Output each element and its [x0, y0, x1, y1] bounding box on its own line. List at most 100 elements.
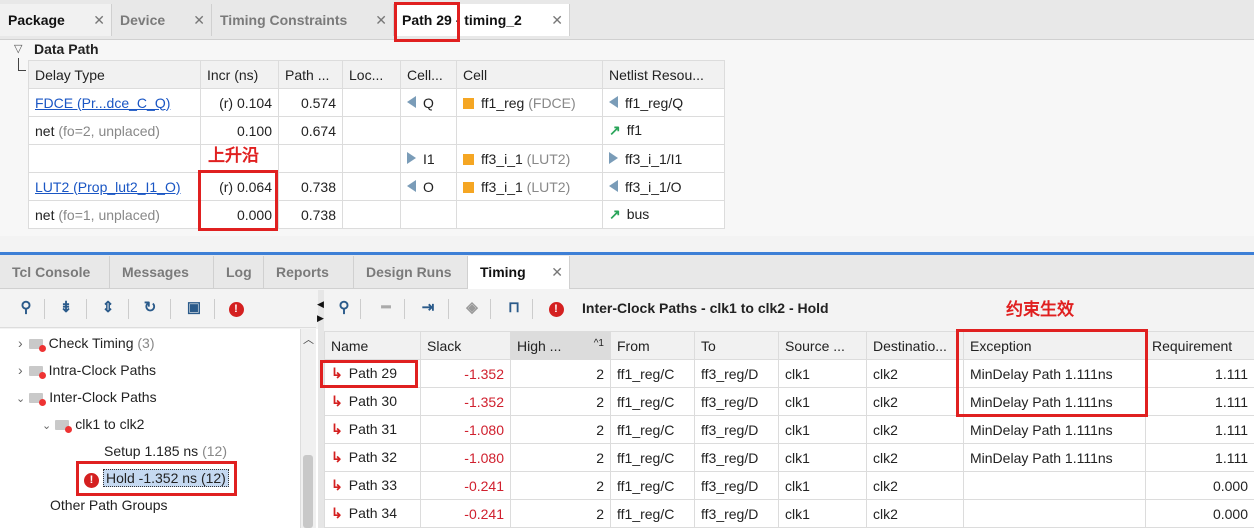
folder-error-icon	[28, 339, 46, 352]
error-filter-icon[interactable]: !	[226, 298, 246, 318]
to-value: ff3_reg/D	[694, 499, 779, 528]
goto-icon[interactable]: ⇥	[418, 298, 438, 318]
save-icon[interactable]: ▣	[184, 298, 204, 318]
table-row[interactable]: LUT2 (Prop_lut2_I1_O) (r) 0.064 0.738 O …	[28, 172, 725, 201]
search-icon[interactable]: ⚲	[334, 298, 354, 318]
table-row[interactable]: net (fo=2, unplaced) 0.100 0.674 ↗ ff1	[28, 116, 725, 145]
path-icon: ↳	[331, 365, 343, 381]
slack-value: -0.241	[420, 499, 511, 528]
pin-icon	[407, 95, 416, 108]
tree-label: Other Path Groups	[50, 497, 168, 513]
tree-item-hold[interactable]: ! Hold -1.352 ns (12)	[84, 466, 229, 490]
error-filter-icon[interactable]: !	[546, 298, 566, 318]
collapse-all-icon[interactable]: ⇟	[56, 298, 76, 318]
col-path[interactable]: Path ...	[278, 60, 343, 89]
waveform-icon[interactable]: ⊓	[504, 298, 524, 318]
tree-item-check-timing[interactable]: › Check Timing (3)	[18, 331, 155, 355]
table-row[interactable]: ↳ Path 29 -1.352 2 ff1_reg/C ff3_reg/D cl…	[324, 359, 1254, 388]
tab-package[interactable]: Package ✕	[0, 4, 112, 36]
col-high-fanout[interactable]: High ... ^1	[510, 331, 611, 360]
requirement-value: 1.111	[1145, 387, 1254, 416]
close-icon[interactable]: ✕	[551, 4, 563, 36]
table-row[interactable]: net (fo=1, unplaced) 0.000 0.738 ↗ bus	[28, 200, 725, 229]
tab-timing[interactable]: Timing ✕	[468, 256, 570, 289]
cell-name: ff1_reg	[481, 94, 525, 111]
col-delay-type[interactable]: Delay Type	[28, 60, 201, 89]
refresh-icon[interactable]: ↻	[140, 298, 160, 318]
chevron-right-icon[interactable]: ›	[18, 362, 23, 378]
delay-note: (fo=1, unplaced)	[58, 206, 160, 223]
close-icon[interactable]: ✕	[93, 4, 105, 36]
table-row[interactable]: ↳ Path 31 -1.080 2 ff1_reg/C ff3_reg/D cl…	[324, 415, 1254, 444]
close-icon[interactable]: ✕	[375, 4, 387, 36]
tree-item-setup[interactable]: Setup 1.185 ns (12)	[104, 439, 227, 463]
tab-label: Tcl Console	[12, 264, 91, 280]
tab-timing-constraints[interactable]: Timing Constraints ✕	[212, 4, 394, 36]
col-cell[interactable]: Cell	[456, 60, 603, 89]
pin-icon	[609, 179, 618, 192]
tree-item-inter-clock[interactable]: ⌄ Inter-Clock Paths	[16, 385, 157, 409]
netlist-resource: ff1	[626, 122, 643, 138]
col-netlist[interactable]: Netlist Resou...	[602, 60, 725, 89]
delay-note: (fo=2, unplaced)	[58, 122, 160, 139]
schematic-icon[interactable]: ◈	[462, 298, 482, 318]
source-clock: clk1	[778, 443, 867, 472]
col-exception[interactable]: Exception	[963, 331, 1146, 360]
minus-icon[interactable]: ━	[376, 298, 396, 318]
chevron-down-icon[interactable]: ▽	[14, 42, 22, 55]
tree-item-intra-clock[interactable]: › Intra-Clock Paths	[18, 358, 156, 382]
delay-type-link[interactable]: LUT2 (Prop_lut2_I1_O)	[35, 179, 181, 195]
scroll-up-icon[interactable]: ︿	[303, 331, 314, 347]
tree-item-other-path-groups[interactable]: Other Path Groups	[50, 493, 168, 517]
col-cell-pin[interactable]: Cell...	[400, 60, 457, 89]
requirement-value: 1.111	[1145, 443, 1254, 472]
chevron-down-icon[interactable]: ⌄	[16, 393, 25, 405]
tab-design-runs[interactable]: Design Runs	[354, 256, 468, 289]
table-row[interactable]: ↳ Path 33 -0.241 2 ff1_reg/C ff3_reg/D cl…	[324, 471, 1254, 500]
pin-icon	[407, 151, 416, 164]
collapse-left-icon[interactable]: ◀	[317, 299, 324, 310]
tab-reports[interactable]: Reports	[264, 256, 354, 289]
chevron-down-icon[interactable]: ⌄	[42, 420, 51, 432]
col-source-clock[interactable]: Source ...	[778, 331, 867, 360]
slack-value: -1.080	[420, 443, 511, 472]
col-to[interactable]: To	[694, 331, 779, 360]
tree-item-clk1-to-clk2[interactable]: ⌄ clk1 to clk2	[42, 412, 144, 436]
table-row[interactable]: ↳ Path 32 -1.080 2 ff1_reg/C ff3_reg/D cl…	[324, 443, 1254, 472]
table-row[interactable]: FDCE (Pr...dce_C_Q) (r) 0.104 0.574 Q ff…	[28, 88, 725, 117]
tab-label: Path 29	[402, 12, 452, 28]
tree-label: clk1 to clk2	[75, 416, 145, 432]
loc-value	[342, 200, 401, 229]
close-icon[interactable]: ✕	[551, 256, 563, 289]
chevron-right-icon[interactable]: ›	[18, 335, 23, 351]
tab-tcl-console[interactable]: Tcl Console	[0, 256, 110, 289]
search-icon[interactable]: ⚲	[16, 298, 36, 318]
close-icon[interactable]: ✕	[193, 4, 205, 36]
bottom-tab-bar: Tcl Console Messages Log Reports Design …	[0, 255, 1254, 289]
tab-device[interactable]: Device ✕	[112, 4, 212, 36]
expand-right-icon[interactable]: ▶	[317, 313, 324, 324]
scrollbar-thumb[interactable]	[303, 455, 313, 528]
col-slack[interactable]: Slack	[420, 331, 511, 360]
pin-icon	[407, 179, 416, 192]
col-incr[interactable]: Incr (ns)	[200, 60, 279, 89]
col-destination-clock[interactable]: Destinatio...	[866, 331, 964, 360]
tab-path-29[interactable]: Path 29 - timing_2 ✕	[394, 4, 570, 36]
tab-label: Device	[120, 12, 166, 28]
col-from[interactable]: From	[610, 331, 695, 360]
table-row[interactable]: I1 ff3_i_1 (LUT2) ff3_i_1/I1	[28, 144, 725, 173]
delay-type-link[interactable]: FDCE (Pr...dce_C_Q)	[35, 95, 170, 111]
table-row[interactable]: ↳ Path 34 -0.241 2 ff1_reg/C ff3_reg/D cl…	[324, 499, 1254, 528]
expand-all-icon[interactable]: ⇕	[98, 298, 118, 318]
col-loc[interactable]: Loc...	[342, 60, 401, 89]
col-requirement[interactable]: Requirement	[1145, 331, 1254, 360]
path-value: 0.674	[278, 116, 343, 145]
tree-label: Intra-Clock Paths	[48, 362, 157, 378]
tab-messages[interactable]: Messages	[110, 256, 214, 289]
high-fanout-value: 2	[510, 499, 611, 528]
col-name[interactable]: Name	[324, 331, 421, 360]
to-value: ff3_reg/D	[694, 443, 779, 472]
table-row[interactable]: ↳ Path 30 -1.352 2 ff1_reg/C ff3_reg/D cl…	[324, 387, 1254, 416]
tab-log[interactable]: Log	[214, 256, 264, 289]
exception-value	[963, 499, 1146, 528]
